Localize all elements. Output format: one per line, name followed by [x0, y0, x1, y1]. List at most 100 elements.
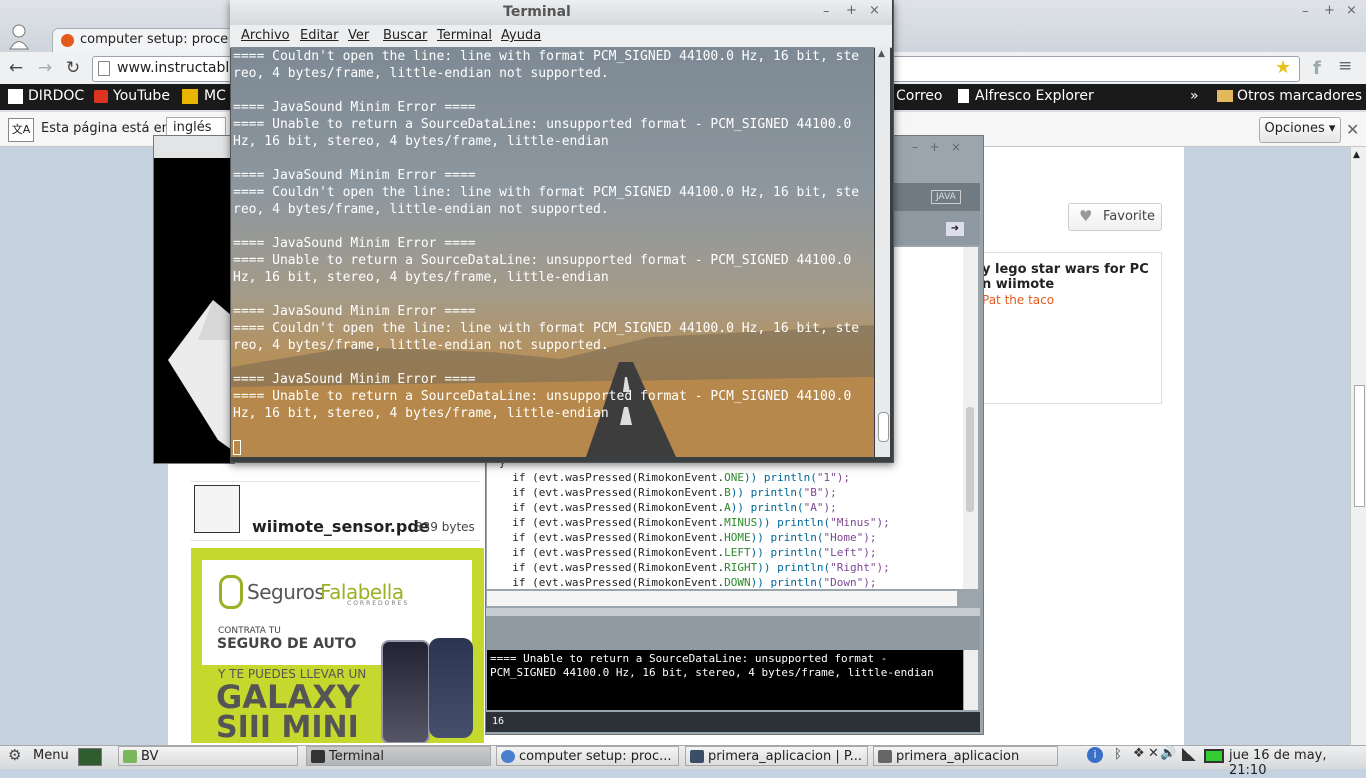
bookmark-other[interactable]: Otros marcadores	[1237, 88, 1362, 104]
task-browser[interactable]: computer setup: proc...	[496, 746, 679, 766]
code-token: "1");	[816, 471, 851, 484]
menu-wrench-icon[interactable]: ≡	[1338, 56, 1358, 76]
browser-tab[interactable]: computer setup: proce	[52, 28, 234, 53]
wifi-tray-icon[interactable]	[1182, 748, 1196, 761]
code-token: )) println(	[730, 501, 804, 514]
code-token: ONE	[724, 471, 745, 484]
keyboard-tray-icon[interactable]: ✕	[1148, 746, 1159, 761]
folder-task-icon	[123, 750, 137, 763]
profile-avatar-icon[interactable]	[8, 22, 30, 50]
scroll-up-arrow[interactable]: ▲	[1353, 150, 1360, 160]
page-scrollbar[interactable]: ▲	[1350, 147, 1366, 745]
code-vscrollbar[interactable]	[963, 247, 978, 589]
file-size: 339 bytes	[415, 520, 475, 534]
terminal-output[interactable]: ==== Couldn't open the line: line with f…	[233, 48, 873, 422]
terminal-scroll-up[interactable]: ▲	[878, 49, 885, 59]
menu-gear-icon[interactable]: ⚙	[8, 746, 21, 764]
code-line: if (evt.wasPressed(RimokonEvent.HOME)) p…	[499, 530, 890, 545]
translate-icon: 文A	[8, 118, 34, 142]
terminal-line: Hz, 16 bit, stereo, 4 bytes/frame, littl…	[233, 134, 609, 149]
code-token: if (evt.wasPressed(RimokonEvent.	[499, 501, 725, 514]
task-bv[interactable]: BV	[118, 746, 298, 766]
terminal-scrollbar[interactable]: ▲	[875, 47, 890, 457]
ad-banner[interactable]: Seguros Falabella CORREDORES CONTRATA TU…	[191, 548, 484, 743]
code-token: )) println(	[730, 486, 804, 499]
code-line: if (evt.wasPressed(RimokonEvent.DOWN)) p…	[499, 575, 890, 590]
sketch-task-icon	[878, 750, 892, 763]
bluetooth-tray-icon[interactable]: ᛒ	[1114, 747, 1122, 762]
task-label-browser: computer setup: proc...	[519, 749, 672, 764]
ide-console[interactable]: ==== Unable to return a SourceDataLine: …	[487, 650, 963, 710]
terminal-line: reo, 4 bytes/frame, little-endian not su…	[233, 202, 609, 217]
menu-editar[interactable]: Editar	[300, 28, 339, 43]
code-token: MINUS	[724, 516, 758, 529]
file-icon	[194, 485, 240, 533]
code-hscrollbar[interactable]	[487, 591, 957, 606]
related-author[interactable]: Pat the taco	[982, 293, 1054, 307]
terminal-line: reo, 4 bytes/frame, little-endian not su…	[233, 66, 609, 81]
menu-archivo[interactable]: Archivo	[241, 28, 290, 43]
menu-ayuda[interactable]: Ayuda	[501, 28, 541, 43]
bookmark-mc[interactable]: MC	[204, 88, 226, 104]
ide-mode-button[interactable]: JAVA	[931, 190, 961, 204]
terminal-maximize-button[interactable]: +	[846, 3, 857, 18]
reload-icon[interactable]: ↻	[63, 58, 83, 78]
back-icon[interactable]: ←	[6, 58, 26, 78]
favorite-button[interactable]: ♥ Favorite	[1068, 203, 1162, 231]
options-button[interactable]: Opciones ▾	[1259, 117, 1341, 143]
menu-buscar[interactable]: Buscar	[383, 28, 427, 43]
minimize-button[interactable]: –	[1302, 4, 1309, 19]
task-label-terminal: Terminal	[329, 749, 384, 764]
bookmark-correo[interactable]: Correo	[896, 88, 942, 104]
code-scroll-thumb[interactable]	[966, 407, 974, 512]
forward-icon[interactable]: →	[35, 58, 55, 78]
task-sketch[interactable]: primera_aplicacion	[873, 746, 1058, 766]
clock[interactable]: jue 16 de may, 21:10	[1229, 748, 1366, 778]
menu-terminal[interactable]: Terminal	[437, 28, 492, 43]
tab-menu-arrow-icon[interactable]: ➜	[946, 222, 964, 236]
dropbox-tray-icon[interactable]: ❖	[1133, 746, 1145, 761]
code-token: )) println(	[744, 471, 817, 484]
terminal-line: ==== JavaSound Minim Error ====	[233, 100, 476, 115]
terminal-minimize-button[interactable]: –	[823, 4, 830, 19]
maximize-button[interactable]: +	[1324, 3, 1335, 18]
task-processing[interactable]: primera_aplicacion | P...	[685, 746, 868, 766]
code-line: if (evt.wasPressed(RimokonEvent.LEFT)) p…	[499, 545, 890, 560]
terminal-close-button[interactable]: ×	[869, 3, 880, 18]
code-token: HOME	[724, 531, 751, 544]
options-label: Opciones	[1264, 121, 1325, 136]
infobar-close-icon[interactable]: ✕	[1346, 120, 1359, 139]
code-token: if (evt.wasPressed(RimokonEvent.	[499, 546, 725, 559]
ad-phone-image	[381, 640, 430, 743]
terminal-menubar: Archivo Editar Ver Buscar Terminal Ayuda	[230, 25, 892, 48]
code-token: )) println(	[750, 546, 824, 559]
document-icon	[958, 89, 969, 103]
terminal-titlebar[interactable]: Terminal – + ×	[230, 0, 892, 25]
file-name-link[interactable]: wiimote_sensor.pde	[252, 517, 430, 536]
related-title-line2[interactable]: n wiimote	[982, 277, 1054, 292]
bookmark-star-icon[interactable]: ★	[1275, 57, 1291, 78]
task-terminal[interactable]: Terminal	[306, 746, 491, 766]
related-title-line1[interactable]: y lego star wars for PC	[982, 262, 1149, 277]
info-tray-icon[interactable]: i	[1087, 747, 1103, 763]
start-menu-button[interactable]: Menu	[33, 748, 69, 763]
scroll-thumb[interactable]	[1354, 385, 1365, 507]
facebook-extension-icon[interactable]: f	[1313, 58, 1321, 79]
menu-ver[interactable]: Ver	[348, 28, 369, 43]
bookmark-alfresco[interactable]: Alfresco Explorer	[975, 88, 1094, 104]
battery-tray-icon[interactable]	[1204, 749, 1224, 763]
volume-tray-icon[interactable]: 🔊	[1160, 746, 1176, 761]
bookmark-youtube[interactable]: YouTube	[113, 88, 170, 104]
page-icon	[98, 61, 110, 76]
show-desktop-icon[interactable]	[78, 748, 102, 766]
bookmarks-overflow-chevron[interactable]: »	[1190, 88, 1199, 104]
code-token: )) println(	[750, 531, 824, 544]
console-scrollbar[interactable]	[964, 650, 978, 710]
close-button[interactable]: ×	[1346, 3, 1357, 18]
bookmark-dirdoc[interactable]: DIRDOC	[28, 88, 84, 104]
ide-divider[interactable]	[486, 608, 980, 616]
terminal-scroll-thumb[interactable]	[878, 412, 889, 442]
